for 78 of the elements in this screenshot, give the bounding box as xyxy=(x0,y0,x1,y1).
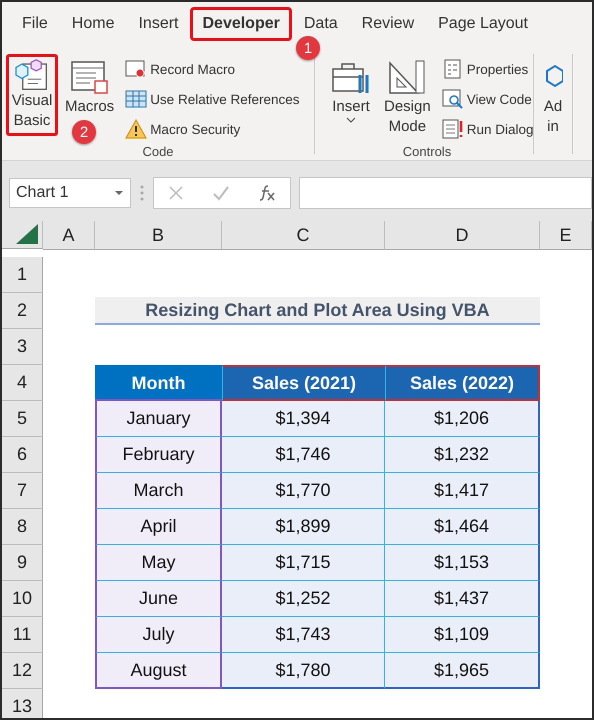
ribbon-tab[interactable]: Review xyxy=(350,7,426,41)
magnifier-document-icon xyxy=(442,89,464,109)
table-cell: March xyxy=(95,473,222,509)
table-cell: $1,153 xyxy=(385,545,540,581)
sheet-title: Resizing Chart and Plot Area Using VBA xyxy=(95,297,540,325)
ribbon-button[interactable]: View Code xyxy=(442,86,534,112)
ribbon-button[interactable]: Properties xyxy=(442,56,534,82)
row-header[interactable]: 6 xyxy=(2,437,43,473)
table-header-cell: Sales (2022) xyxy=(385,365,540,401)
table-cell: $1,109 xyxy=(385,617,540,653)
row-header[interactable]: 4 xyxy=(2,365,43,401)
row-header[interactable]: 9 xyxy=(2,545,43,581)
name-box[interactable]: Chart 1 xyxy=(9,178,131,208)
column-header[interactable]: E xyxy=(540,221,592,250)
table-cell: $1,965 xyxy=(385,653,540,689)
table-cell: $1,780 xyxy=(222,653,385,689)
ribbon-button[interactable]: Insert xyxy=(325,54,377,128)
table-cell: $1,394 xyxy=(222,401,385,437)
record-macro-icon xyxy=(125,59,148,79)
warning-icon xyxy=(125,119,148,139)
ribbon-button[interactable]: Use Relative References xyxy=(125,86,300,112)
table-cell: $1,770 xyxy=(222,473,385,509)
ribbon-tab[interactable]: File xyxy=(10,7,60,41)
group-label: Controls xyxy=(402,144,452,159)
table-cell: $1,464 xyxy=(385,509,540,545)
grid-table-icon xyxy=(125,89,148,109)
ribbon-tab[interactable]: Insert xyxy=(126,7,190,41)
dialog-exclamation-icon xyxy=(442,119,464,139)
table-cell: May xyxy=(95,545,222,581)
ribbon-button[interactable]: Ad in xyxy=(538,54,568,142)
select-all-triangle-icon[interactable] xyxy=(16,224,38,244)
row-header[interactable]: 10 xyxy=(2,581,43,617)
group-label: Code xyxy=(141,144,175,159)
table-cell: $1,232 xyxy=(385,437,540,473)
cancel-icon[interactable] xyxy=(168,185,184,201)
table-cell: January xyxy=(95,401,222,437)
table-cell: $1,715 xyxy=(222,545,385,581)
column-header[interactable]: A xyxy=(43,221,95,250)
ribbon-tab[interactable]: Page Layout xyxy=(426,7,540,41)
table-header-cell: Month xyxy=(95,365,222,401)
row-header[interactable]: 7 xyxy=(2,473,43,509)
ribbon-button[interactable]: Run Dialog xyxy=(442,116,534,142)
table-cell: February xyxy=(95,437,222,473)
table-cell: July xyxy=(95,617,222,653)
table-cell: $1,252 xyxy=(222,581,385,617)
table-cell: June xyxy=(95,581,222,617)
ribbon-button[interactable]: Visual Basic xyxy=(6,54,58,136)
row-header[interactable]: 2 xyxy=(2,293,43,329)
table-cell: $1,743 xyxy=(222,617,385,653)
macro-list-icon xyxy=(68,59,111,97)
row-header[interactable]: 1 xyxy=(2,257,43,293)
table-cell: August xyxy=(95,653,222,689)
table-cell: $1,417 xyxy=(385,473,540,509)
table-header-cell: Sales (2021) xyxy=(222,365,385,401)
function-icon[interactable] xyxy=(258,184,276,202)
drag-handle-icon[interactable] xyxy=(139,184,145,202)
ribbon-tab[interactable]: Home xyxy=(60,7,126,41)
row-header[interactable]: 11 xyxy=(2,617,43,653)
table-cell: $1,437 xyxy=(385,581,540,617)
table-cell: $1,206 xyxy=(385,401,540,437)
column-header[interactable]: B xyxy=(95,221,222,250)
table-cell: $1,746 xyxy=(222,437,385,473)
row-header[interactable]: 12 xyxy=(2,653,43,689)
ribbon-button[interactable]: Macro Security xyxy=(125,116,300,142)
ribbon-button[interactable]: Design Mode xyxy=(379,54,436,142)
dropdown-caret-icon xyxy=(114,190,124,196)
formula-field[interactable] xyxy=(299,177,592,209)
ribbon-tab[interactable]: Developer xyxy=(190,7,292,41)
ribbon-button[interactable]: Macros xyxy=(60,54,120,122)
column-header[interactable]: D xyxy=(385,221,540,250)
table-cell: $1,899 xyxy=(222,509,385,545)
column-header[interactable]: C xyxy=(222,221,385,250)
row-header[interactable]: 8 xyxy=(2,509,43,545)
row-header[interactable]: 13 xyxy=(2,689,43,718)
row-header[interactable]: 5 xyxy=(2,401,43,437)
row-header[interactable]: 3 xyxy=(2,329,43,365)
checkmark-icon[interactable] xyxy=(212,185,230,201)
table-cell: April xyxy=(95,509,222,545)
